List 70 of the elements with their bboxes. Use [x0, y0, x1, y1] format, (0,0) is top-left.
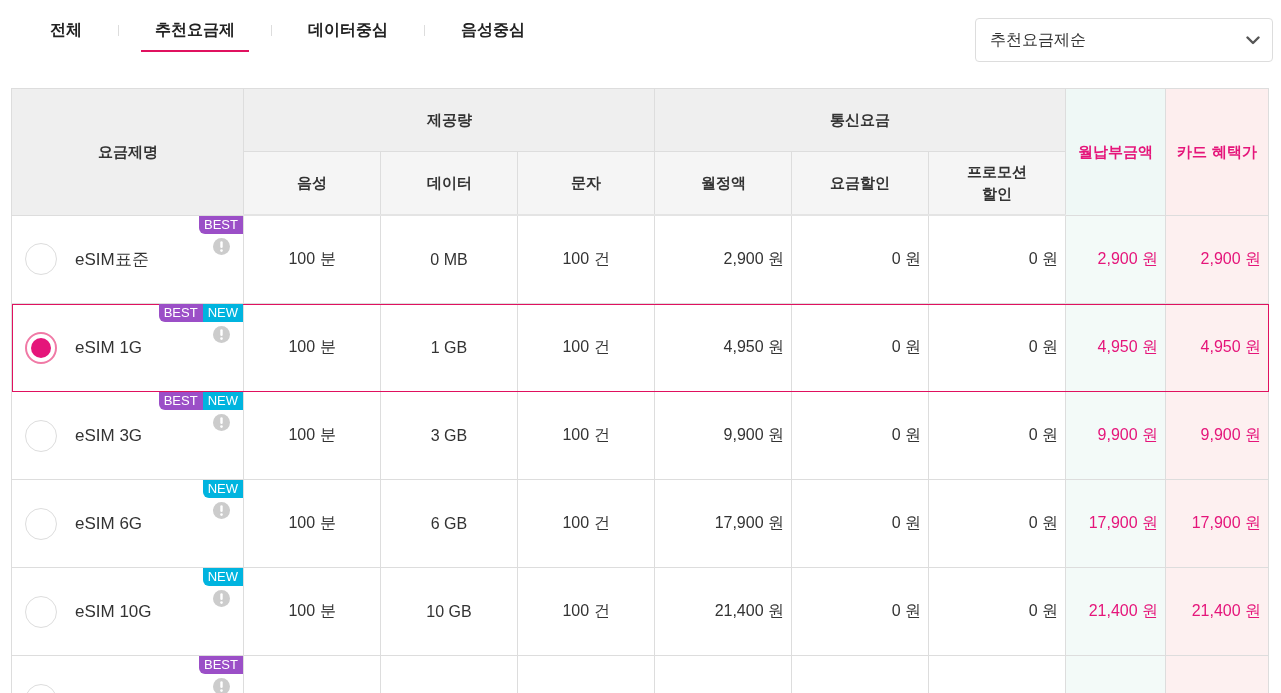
- exclamation-icon[interactable]: [213, 326, 230, 343]
- column-group-header: 통신요금: [654, 88, 1066, 152]
- tab[interactable]: 데이터중심: [294, 0, 402, 52]
- table-cell: 100 분: [243, 567, 381, 656]
- column-header: 요금제명: [11, 88, 244, 215]
- plan-name: eSIM 1G: [75, 337, 143, 358]
- column-group-header: 제공량: [243, 88, 655, 152]
- exclamation-icon[interactable]: [213, 678, 230, 693]
- table-cell: 6 GB: [380, 479, 518, 568]
- plan-name: eSIM 6G: [75, 513, 143, 534]
- table-cell: 0 원: [791, 567, 929, 656]
- plan-name: eSIM표준: [75, 248, 149, 271]
- table-cell: 9,900 원: [1065, 391, 1166, 480]
- exclamation-icon[interactable]: [213, 237, 230, 255]
- plan-badge: NEW: [202, 568, 243, 586]
- table-cell: 0 원: [791, 479, 929, 568]
- chevron-down-icon: [1246, 35, 1260, 45]
- table-cell: 0 원: [928, 215, 1066, 304]
- tab[interactable]: 추천요금제: [141, 0, 249, 52]
- table-cell: 0 원: [928, 567, 1066, 656]
- table-cell: 17,900 원: [654, 479, 792, 568]
- table-cell: 21,400 원: [654, 567, 792, 656]
- tab[interactable]: 전체: [36, 0, 96, 52]
- exclamation-icon[interactable]: [213, 414, 230, 431]
- table-cell: 0 원: [791, 215, 929, 304]
- plan-badge: BEST: [199, 656, 243, 674]
- plan-badge: NEW: [202, 304, 243, 322]
- plan-badge: NEW: [202, 480, 243, 498]
- plan-name: eSIM 10G: [75, 601, 152, 622]
- table-cell: 9,900 원: [654, 391, 792, 480]
- table-cell: 0 원: [791, 391, 929, 480]
- table-cell: 10 GB: [380, 567, 518, 656]
- column-header: 월정액: [654, 151, 792, 215]
- table-cell: 21,400 원: [1065, 567, 1166, 656]
- plan-badge: BEST: [158, 304, 203, 322]
- column-header: 프로모션 할인: [928, 151, 1066, 215]
- table-cell: 4,950 원: [1165, 303, 1269, 392]
- plan-name: eSIM 3G: [75, 425, 143, 446]
- table-cell: 21,400 원: [1165, 567, 1269, 656]
- column-header: 데이터: [380, 151, 518, 215]
- table-cell: 100 분: [243, 215, 381, 304]
- table-cell: 2,900 원: [654, 215, 792, 304]
- plan-badge: BEST: [158, 392, 203, 410]
- table-cell: 17,900 원: [1065, 479, 1166, 568]
- column-header: 음성: [243, 151, 381, 215]
- column-header: 문자: [517, 151, 655, 215]
- table-cell: 100 건: [517, 479, 655, 568]
- table-cell: 100 건: [517, 215, 655, 304]
- table-cell: 9,900 원: [1165, 391, 1269, 480]
- table-cell: 3 GB: [380, 391, 518, 480]
- table-cell: 100 건: [517, 567, 655, 656]
- radio-button[interactable]: [25, 331, 57, 364]
- plan-badge: NEW: [202, 392, 243, 410]
- table-cell: 17,900 원: [1165, 479, 1269, 568]
- table-cell: 2,900 원: [1165, 215, 1269, 304]
- column-header: 요금할인: [791, 151, 929, 215]
- sort-dropdown[interactable]: 추천요금제순: [975, 18, 1273, 62]
- table-cell: 100 건: [517, 391, 655, 480]
- table-cell: 100 분: [243, 479, 381, 568]
- tab[interactable]: 음성중심: [447, 0, 539, 52]
- table-cell: 0 원: [928, 391, 1066, 480]
- table-cell: 0 MB: [380, 215, 518, 304]
- table-cell: 100 분: [243, 391, 381, 480]
- table-cell: 0 원: [928, 479, 1066, 568]
- column-header: 월납부금액: [1065, 88, 1166, 215]
- table-cell: 4,950 원: [1065, 303, 1166, 392]
- exclamation-icon[interactable]: [213, 590, 230, 607]
- column-header: 카드 혜택가: [1165, 88, 1269, 215]
- exclamation-icon[interactable]: [213, 502, 230, 519]
- table-cell: 2,900 원: [1065, 215, 1166, 304]
